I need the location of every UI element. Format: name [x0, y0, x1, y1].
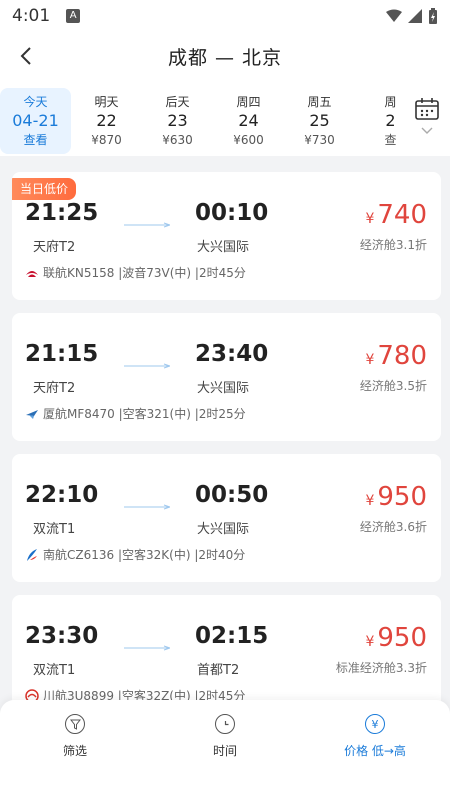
date-price: ¥600: [233, 133, 264, 147]
filter-button[interactable]: 筛选: [0, 700, 150, 800]
date-price: ¥630: [162, 133, 193, 147]
filter-icon: [65, 714, 85, 734]
date-week: 周五: [307, 95, 332, 109]
date-day: 04-21: [12, 111, 59, 130]
flight-price: ¥780: [365, 341, 427, 371]
currency-symbol: ¥: [365, 493, 375, 509]
chevron-left-icon: [20, 47, 31, 65]
arrival-airport: 大兴国际: [197, 381, 250, 396]
date-day: 23: [167, 111, 188, 130]
date-day: 2: [385, 111, 396, 130]
currency-symbol: ¥: [365, 634, 375, 650]
calendar-icon: [415, 98, 439, 120]
date-item[interactable]: 明天 22 ¥870: [71, 88, 142, 154]
cabin-class: 经济舱3.6折: [359, 520, 427, 534]
price-value: 780: [377, 341, 427, 371]
signal-icon: [408, 9, 422, 23]
bottom-sort-bar: 筛选 时间 ¥ 价格 低→高: [0, 700, 450, 800]
date-price: 查看: [23, 133, 48, 147]
departure-airport: 双流T1: [33, 663, 76, 678]
status-icons: [386, 8, 438, 24]
flight-route-line: [124, 363, 170, 369]
header: 成都 — 北京: [0, 32, 450, 80]
arrival-time: 02:15: [195, 623, 269, 649]
flight-route-line: [124, 222, 170, 228]
cabin-class: 经济舱3.1折: [359, 238, 427, 252]
xiamen-air-icon: [26, 409, 38, 419]
date-price: 查: [384, 133, 397, 147]
flight-meta-text: 南航CZ6136 |空客32K(中) |2时40分: [43, 548, 246, 562]
filter-label: 筛选: [62, 744, 87, 758]
date-item-today[interactable]: 今天 04-21 查看: [0, 88, 71, 154]
departure-airport: 双流T1: [33, 522, 76, 537]
back-button[interactable]: [10, 40, 42, 72]
flight-info: 联航KN5158 |波音73V(中) |2时45分: [25, 264, 246, 281]
arrival-airport: 大兴国际: [197, 240, 250, 255]
flight-price: ¥740: [365, 200, 427, 230]
departure-airport: 天府T2: [33, 240, 76, 255]
departure-airport: 天府T2: [33, 381, 76, 396]
date-items: 今天 04-21 查看 明天 22 ¥870 后天 23 ¥630 周四 24 …: [0, 80, 400, 156]
arrival-airport: 首都T2: [197, 663, 240, 678]
date-item[interactable]: 周五 25 ¥730: [284, 88, 355, 154]
flight-route-line: [124, 645, 170, 651]
flight-meta-text: 厦航MF8470 |空客321(中) |2时25分: [43, 407, 246, 421]
clock-icon: [215, 714, 235, 734]
china-united-icon: [26, 270, 38, 277]
yen-icon: ¥: [365, 714, 385, 734]
flight-card[interactable]: 22:10 00:50 双流T1 大兴国际 ¥950 经济舱3.6折 南航CZ6…: [12, 454, 441, 582]
status-time: 4:01: [12, 6, 51, 26]
date-selector: 今天 04-21 查看 明天 22 ¥870 后天 23 ¥630 周四 24 …: [0, 80, 450, 156]
date-price: ¥730: [304, 133, 335, 147]
notification-a-icon: A: [66, 9, 81, 23]
cabin-class: 经济舱3.5折: [359, 379, 427, 393]
price-value: 950: [377, 623, 427, 653]
arrival-time: 00:50: [195, 482, 269, 508]
flight-route-line: [124, 504, 170, 510]
sort-price-button[interactable]: ¥ 价格 低→高: [300, 700, 450, 800]
flight-info: 南航CZ6136 |空客32K(中) |2时40分: [25, 546, 245, 563]
chevron-down-icon: [421, 127, 433, 134]
date-price: ¥870: [91, 133, 122, 147]
arrival-airport: 大兴国际: [197, 522, 250, 537]
date-week: 后天: [165, 95, 190, 109]
flight-price: ¥950: [365, 623, 427, 653]
page-title: 成都 — 北京: [167, 46, 283, 69]
price-value: 740: [377, 200, 427, 230]
date-item[interactable]: 周 2 查: [355, 88, 400, 154]
arrival-time: 00:10: [195, 200, 269, 226]
departure-time: 22:10: [25, 482, 99, 508]
date-day: 24: [238, 111, 259, 130]
flight-info: 厦航MF8470 |空客321(中) |2时25分: [25, 405, 246, 422]
date-item[interactable]: 周四 24 ¥600: [213, 88, 284, 154]
date-week: 今天: [23, 95, 48, 109]
arrival-time: 23:40: [195, 341, 269, 367]
date-week: 周四: [236, 95, 261, 109]
status-bar: 4:01 A: [0, 0, 450, 32]
calendar-button[interactable]: [412, 98, 442, 142]
sort-time-button[interactable]: 时间: [150, 700, 300, 800]
date-week: 周: [384, 95, 397, 109]
china-southern-icon: [27, 548, 37, 561]
date-week: 明天: [94, 95, 119, 109]
price-sort-label: 价格 低→高: [344, 744, 406, 758]
currency-symbol: ¥: [365, 211, 375, 227]
date-item[interactable]: 后天 23 ¥630: [142, 88, 213, 154]
low-price-badge: 当日低价: [12, 178, 77, 200]
departure-time: 23:30: [25, 623, 99, 649]
date-day: 22: [96, 111, 117, 130]
flight-meta-text: 联航KN5158 |波音73V(中) |2时45分: [43, 266, 246, 280]
battery-icon: [429, 8, 437, 24]
flight-card[interactable]: 当日低价 21:25 00:10 天府T2 大兴国际 ¥740 经济舱3.1折 …: [12, 172, 441, 300]
currency-symbol: ¥: [365, 352, 375, 368]
flight-card[interactable]: 21:15 23:40 天府T2 大兴国际 ¥780 经济舱3.5折 厦航MF8…: [12, 313, 441, 441]
price-value: 950: [377, 482, 427, 512]
time-label: 时间: [212, 744, 237, 758]
date-day: 25: [309, 111, 330, 130]
wifi-icon: [386, 9, 402, 22]
flight-price: ¥950: [365, 482, 427, 512]
cabin-class: 标准经济舱3.3折: [335, 661, 427, 675]
departure-time: 21:25: [25, 200, 99, 226]
departure-time: 21:15: [25, 341, 99, 367]
